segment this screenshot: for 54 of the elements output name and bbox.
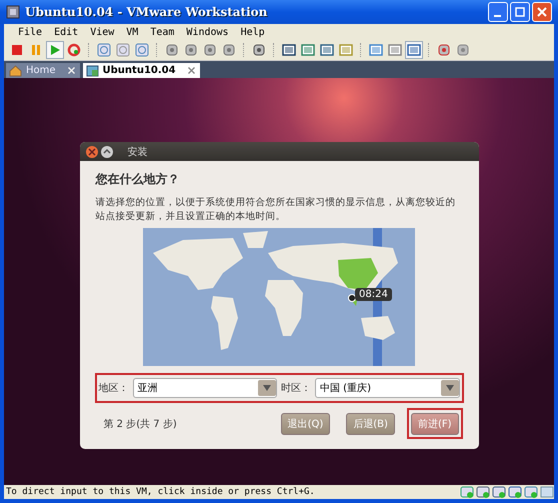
app-icon xyxy=(6,5,20,19)
time-label: 08:24 xyxy=(355,288,392,301)
device-icon[interactable] xyxy=(508,485,522,499)
close-icon xyxy=(537,7,547,17)
menu-item[interactable]: VM xyxy=(120,26,144,38)
window-icon xyxy=(320,43,334,57)
maximize-button[interactable] xyxy=(510,2,530,22)
chevron-up-icon xyxy=(102,148,110,156)
heading: 您在什么地方？ xyxy=(96,171,180,188)
close-icon xyxy=(88,148,96,156)
region-dropdown[interactable]: 亚洲 xyxy=(132,378,277,398)
minimize-button[interactable] xyxy=(488,2,508,22)
step-indicator: 第 2 步(共 7 步) xyxy=(104,418,177,430)
window-title: Ubuntu10.04 - VMware Workstation xyxy=(25,5,268,19)
dropdown-arrow-icon xyxy=(263,385,271,391)
minimize-button[interactable] xyxy=(100,146,112,158)
vm-icon xyxy=(86,64,99,76)
close-button[interactable] xyxy=(532,2,552,22)
refresh-icon xyxy=(67,43,81,57)
window-icon xyxy=(369,43,383,57)
window-icon xyxy=(407,43,421,57)
device-icon[interactable] xyxy=(524,485,538,499)
window-icon xyxy=(282,43,296,57)
pause-icon xyxy=(29,43,43,57)
maximize-icon xyxy=(515,7,525,17)
timezone-label: 时区： xyxy=(281,382,311,395)
window-icon xyxy=(339,43,353,57)
world-map[interactable] xyxy=(143,228,415,366)
dialog-title: 安装 xyxy=(128,146,148,158)
device-icon[interactable] xyxy=(460,485,474,499)
menu-item[interactable]: Team xyxy=(144,26,180,38)
device-icon[interactable] xyxy=(476,485,490,499)
play-icon xyxy=(48,43,62,57)
close-icon[interactable] xyxy=(188,67,195,74)
tab[interactable]: Ubuntu10.04 xyxy=(82,63,200,78)
menu-item[interactable]: Help xyxy=(234,26,271,38)
status-text: To direct input to this VM, click inside or press Ctrl+G. xyxy=(5,487,315,497)
close-button[interactable] xyxy=(86,146,98,158)
menu-item[interactable]: File xyxy=(12,26,48,38)
minimize-icon xyxy=(494,15,500,17)
window-icon xyxy=(388,43,402,57)
message-icon[interactable] xyxy=(540,485,554,499)
toolbar-button[interactable] xyxy=(405,41,423,59)
menu-item[interactable]: Windows xyxy=(180,26,235,38)
stop-icon xyxy=(10,43,24,57)
menu-item[interactable]: Edit xyxy=(48,26,84,38)
region-label: 地区： xyxy=(98,382,128,395)
window-icon xyxy=(301,43,315,57)
description: 请选择您的位置，以便于系统使用符合您所在国家习惯的显示信息，从离您较近的站点接受更新，并且设置正确的本地时间。 xyxy=(96,196,456,224)
timezone-dropdown[interactable]: 中国 (重庆) xyxy=(315,378,460,398)
dropdown-arrow-icon xyxy=(446,385,454,391)
device-icon[interactable] xyxy=(492,485,506,499)
menu-item[interactable]: View xyxy=(84,26,120,38)
vm-screen[interactable]: 安装 您在什么地方？ 请选择您的位置，以便于系统使用符合您所在国家习惯的显示信息，从离您较近的站点接受更新，并且设置正确的本地时间。 08:24 地区： 亚洲 时区： 中国 (重庆) 第 2 步(共 7 步) 退出(Q) 后退(B) 前进(F) xyxy=(4,78,554,485)
